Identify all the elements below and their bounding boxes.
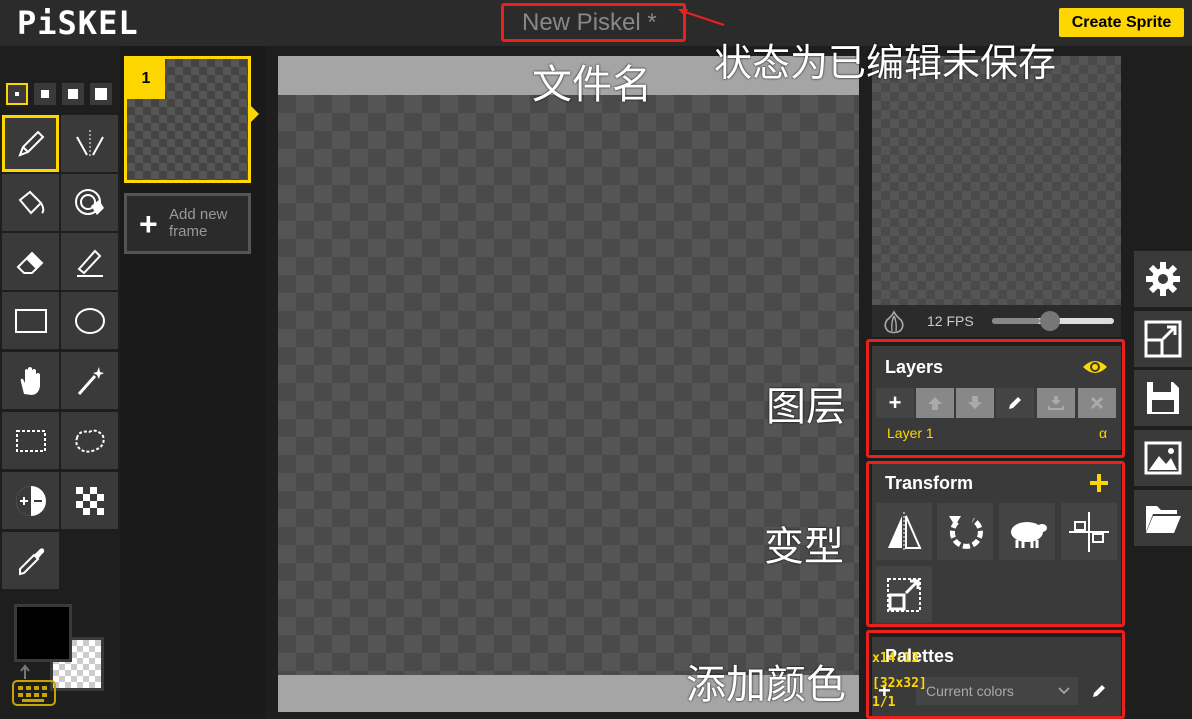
- annotation-box-layers: [866, 339, 1125, 458]
- fps-slider-handle[interactable]: [1040, 311, 1060, 331]
- checker-icon: [75, 486, 104, 515]
- rect-select-icon: [15, 429, 46, 452]
- gear-icon: [1146, 262, 1180, 296]
- circle-tool[interactable]: [61, 292, 118, 349]
- vertical-mirror-pen-tool[interactable]: [61, 115, 118, 172]
- annotation-box-palettes: [866, 630, 1125, 719]
- folder-open-icon: [1146, 506, 1181, 533]
- annotation-add-color: 添加颜色: [686, 662, 846, 708]
- annotation-filename: 文件名: [532, 62, 652, 108]
- annotation-layers: 图层: [766, 384, 846, 430]
- pen-size-3[interactable]: [62, 83, 84, 105]
- target-bucket-icon: [74, 188, 104, 215]
- mirror-pen-icon: [75, 129, 104, 158]
- eyedropper-icon: [18, 547, 44, 575]
- onion-skin-icon[interactable]: [882, 310, 906, 334]
- keyboard-shortcuts-icon[interactable]: [12, 680, 56, 706]
- frame-number: 1: [127, 59, 165, 99]
- hand-icon: [20, 366, 40, 395]
- plus-icon: +: [139, 206, 158, 242]
- circle-icon: [74, 307, 105, 334]
- swap-colors-icon[interactable]: [18, 663, 32, 681]
- annotation-box-transform: [866, 461, 1125, 627]
- preview-controls: 12 FPS: [872, 305, 1121, 337]
- lasso-selection-tool[interactable]: [61, 412, 118, 469]
- export-button[interactable]: [1134, 430, 1192, 486]
- frame-thumbnail[interactable]: 1: [124, 56, 251, 183]
- image-icon: [1144, 441, 1182, 475]
- annotation-status: 状态为已编辑未保存: [714, 41, 1057, 85]
- move-tool[interactable]: [2, 352, 59, 409]
- fps-label: 12 FPS: [927, 313, 974, 329]
- annotation-arrow: [676, 5, 726, 27]
- primary-color-swatch[interactable]: [14, 604, 72, 662]
- shape-selection-tool[interactable]: [61, 352, 118, 409]
- add-frame-label: Add new frame: [169, 206, 228, 240]
- add-frame-button[interactable]: + Add new frame: [124, 193, 251, 254]
- eraser-tool[interactable]: [2, 233, 59, 290]
- lasso-icon: [74, 429, 105, 453]
- rectangle-icon: [14, 308, 47, 333]
- floppy-disk-icon: [1147, 382, 1179, 414]
- app-logo[interactable]: PiSKEL: [17, 4, 139, 42]
- paint-same-color-tool[interactable]: [61, 174, 118, 231]
- stroke-icon: [76, 249, 103, 277]
- dithering-tool[interactable]: [61, 472, 118, 529]
- paint-bucket-tool[interactable]: [2, 174, 59, 231]
- magic-wand-icon: [77, 366, 104, 395]
- color-picker-tool[interactable]: [2, 532, 59, 589]
- lighten-icon: [15, 485, 46, 516]
- create-sprite-button[interactable]: Create Sprite: [1059, 8, 1184, 37]
- save-button[interactable]: [1134, 370, 1192, 426]
- pencil-icon: [17, 130, 44, 157]
- pen-size-4[interactable]: [90, 83, 112, 105]
- resize-icon: [1144, 320, 1182, 358]
- lighten-tool[interactable]: [2, 472, 59, 529]
- stroke-tool[interactable]: [61, 233, 118, 290]
- open-button[interactable]: [1134, 490, 1192, 546]
- annotation-transform: 变型: [764, 524, 844, 570]
- pen-tool[interactable]: [2, 115, 59, 172]
- settings-button[interactable]: [1134, 251, 1192, 307]
- selected-frame-indicator: [251, 106, 259, 122]
- annotation-box-title: [501, 3, 686, 42]
- pen-size-1[interactable]: [6, 83, 28, 105]
- rectangle-selection-tool[interactable]: [2, 412, 59, 469]
- pen-size-2[interactable]: [34, 83, 56, 105]
- eraser-icon: [16, 251, 43, 274]
- bucket-icon: [18, 190, 44, 214]
- animation-preview[interactable]: [872, 56, 1121, 305]
- rectangle-tool[interactable]: [2, 292, 59, 349]
- resize-button[interactable]: [1134, 311, 1192, 367]
